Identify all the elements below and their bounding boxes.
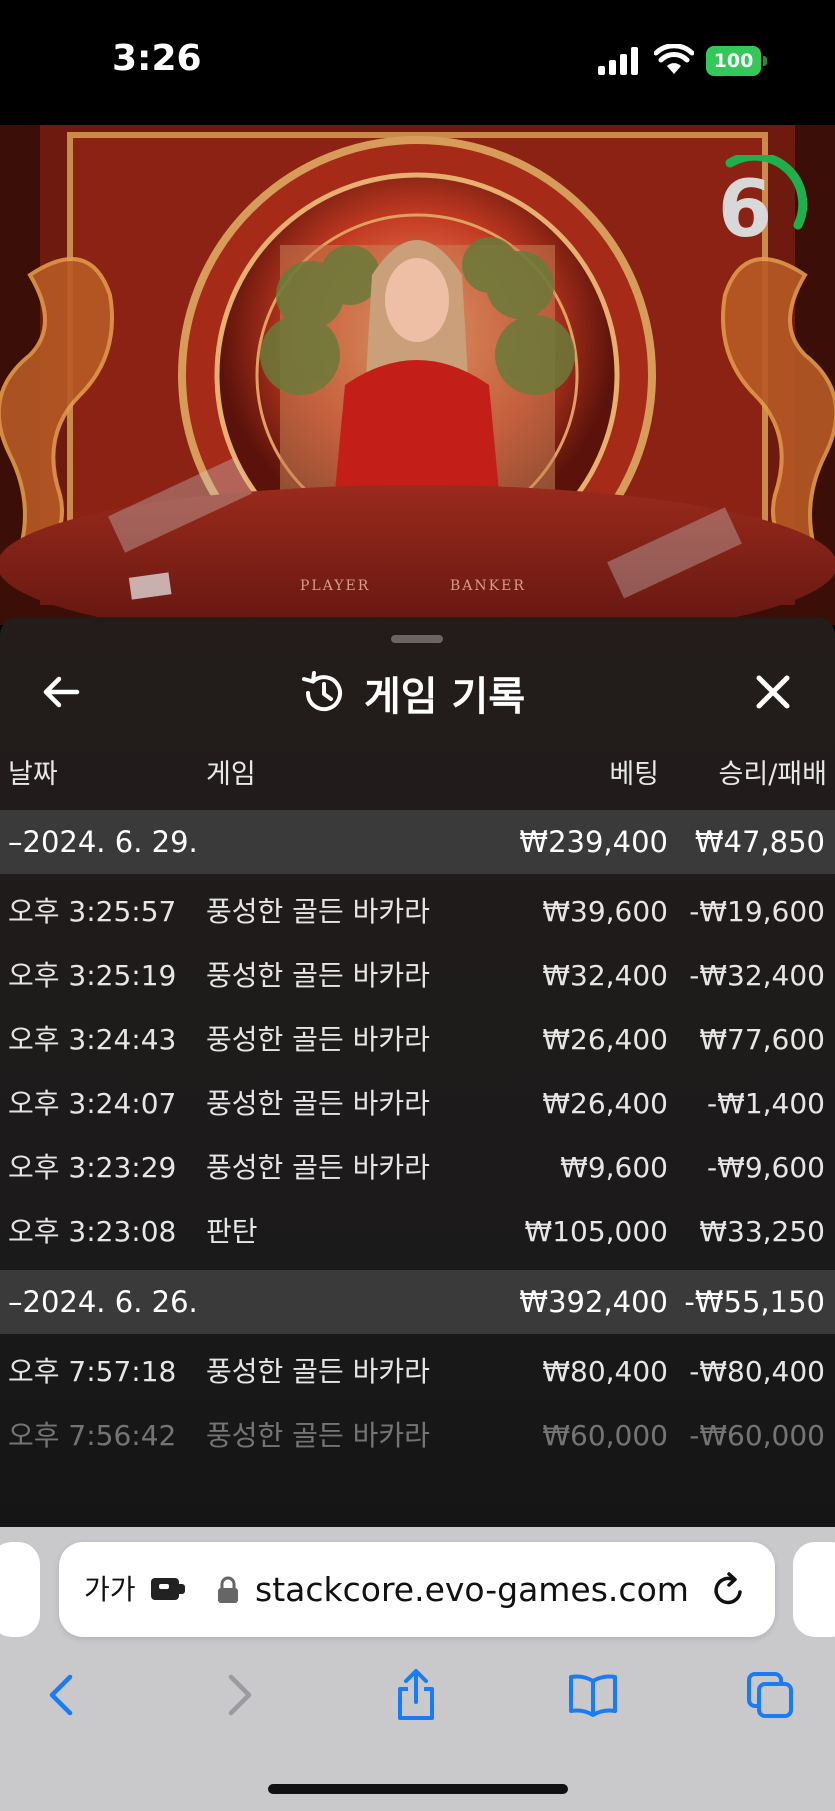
tabs-icon <box>747 1672 793 1718</box>
history-row[interactable]: 오후 7:57:18 풍성한 골든 바카라 ₩80,400 -₩80,400 <box>0 1340 835 1404</box>
row-time: 오후 3:25:57 <box>8 895 177 928</box>
history-row[interactable]: 오후 3:23:08 판탄 ₩105,000 ₩33,250 <box>0 1200 835 1264</box>
row-time: 오후 3:24:07 <box>8 1087 177 1120</box>
row-win-loss: -₩9,600 <box>707 1151 825 1184</box>
group-win-loss-total: ₩47,850 <box>694 825 825 859</box>
row-game: 풍성한 골든 바카라 <box>206 895 430 928</box>
status-bar: 3:26 100 <box>0 0 835 125</box>
extension-icon[interactable] <box>149 1574 189 1604</box>
row-bet: ₩32,400 <box>542 959 668 992</box>
date-group-header[interactable]: –2024. 6. 29. ₩239,400 ₩47,850 <box>0 810 835 874</box>
row-bet: ₩80,400 <box>542 1355 668 1388</box>
row-game: 판탄 <box>206 1215 258 1248</box>
back-icon <box>49 1674 73 1716</box>
row-win-loss: -₩60,000 <box>689 1419 825 1452</box>
history-list: –2024. 6. 29. ₩239,400 ₩47,850 오후 3:25:5… <box>0 810 835 1468</box>
address-bar[interactable]: 가가 stackcore.evo-games.com <box>59 1542 775 1637</box>
back-nav-button[interactable] <box>31 1665 91 1725</box>
game-history-sheet: 게임 기록 날짜 게임 베팅 승리/패배 –2024. 6. 29. ₩239,… <box>0 617 835 1527</box>
row-bet: ₩60,000 <box>542 1419 668 1452</box>
countdown-timer: 6 <box>700 155 810 265</box>
forward-icon <box>228 1674 252 1716</box>
next-tab-preview[interactable] <box>793 1542 835 1637</box>
history-row[interactable]: 오후 3:24:43 풍성한 골든 바카라 ₩26,400 ₩77,600 <box>0 1008 835 1072</box>
sheet-grabber[interactable] <box>391 635 443 643</box>
row-game: 풍성한 골든 바카라 <box>206 1087 430 1120</box>
live-video[interactable]: PLAYER BANKER 6 <box>0 125 835 625</box>
home-indicator[interactable] <box>268 1784 568 1794</box>
column-header-date: 날짜 <box>8 759 58 790</box>
date-group-header[interactable]: –2024. 6. 26. ₩392,400 -₩55,150 <box>0 1270 835 1334</box>
back-button[interactable] <box>36 667 86 717</box>
page-title: 게임 기록 <box>364 674 526 720</box>
status-time: 3:26 <box>112 38 202 79</box>
column-header-game: 게임 <box>206 759 256 790</box>
row-time: 오후 3:25:19 <box>8 959 177 992</box>
share-icon <box>398 1669 434 1720</box>
battery-icon: 100 <box>706 46 767 76</box>
player-label: PLAYER <box>300 578 370 594</box>
history-row[interactable]: 오후 3:24:07 풍성한 골든 바카라 ₩26,400 -₩1,400 <box>0 1072 835 1136</box>
text-size-button[interactable]: 가가 <box>84 1542 136 1637</box>
row-bet: ₩26,400 <box>542 1023 668 1056</box>
row-game: 풍성한 골든 바카라 <box>206 959 430 992</box>
forward-nav-button[interactable] <box>210 1665 270 1725</box>
row-time: 오후 7:56:42 <box>8 1419 177 1452</box>
browser-toolbar <box>0 1657 835 1747</box>
countdown-number: 6 <box>717 165 773 255</box>
wifi-icon <box>654 44 694 74</box>
group-date: –2024. 6. 29. <box>8 825 198 859</box>
column-header-bet: 베팅 <box>609 759 659 790</box>
row-win-loss: -₩80,400 <box>689 1355 825 1388</box>
history-row[interactable]: 오후 3:25:57 풍성한 골든 바카라 ₩39,600 -₩19,600 <box>0 880 835 944</box>
group-bet-total: ₩392,400 <box>519 1285 668 1319</box>
column-headers: 날짜 게임 베팅 승리/패배 <box>0 752 835 792</box>
row-win-loss: -₩32,400 <box>689 959 825 992</box>
signal-icon <box>598 47 638 75</box>
group-win-loss-total: -₩55,150 <box>684 1285 825 1319</box>
row-bet: ₩26,400 <box>542 1087 668 1120</box>
browser-chrome: 가가 stackcore.evo-games.com <box>0 1527 835 1811</box>
bookmarks-icon <box>569 1674 617 1717</box>
row-win-loss: -₩1,400 <box>707 1087 825 1120</box>
group-bet-total: ₩239,400 <box>519 825 668 859</box>
previous-tab-preview[interactable] <box>0 1542 40 1637</box>
banker-label: BANKER <box>450 578 526 594</box>
row-win-loss: ₩77,600 <box>699 1023 825 1056</box>
history-icon <box>302 671 342 712</box>
sheet-title: 게임 기록 <box>300 665 525 721</box>
share-button[interactable] <box>386 1665 446 1725</box>
column-header-win-loss: 승리/패배 <box>718 759 827 790</box>
row-time: 오후 3:23:08 <box>8 1215 177 1248</box>
reload-icon[interactable] <box>709 1570 749 1610</box>
row-game: 풍성한 골든 바카라 <box>206 1023 430 1056</box>
row-win-loss: -₩19,600 <box>689 895 825 928</box>
tabs-button[interactable] <box>740 1665 800 1725</box>
back-arrow-icon <box>43 676 80 708</box>
row-time: 오후 3:24:43 <box>8 1023 177 1056</box>
row-win-loss: ₩33,250 <box>699 1215 825 1248</box>
group-date: –2024. 6. 26. <box>8 1285 198 1319</box>
close-icon <box>756 675 790 709</box>
row-game: 풍성한 골든 바카라 <box>206 1151 430 1184</box>
lock-icon <box>218 1576 238 1603</box>
row-game: 풍성한 골든 바카라 <box>206 1355 430 1388</box>
row-bet: ₩9,600 <box>560 1151 668 1184</box>
close-button[interactable] <box>748 667 798 717</box>
url-text[interactable]: stackcore.evo-games.com <box>255 1542 689 1637</box>
history-row[interactable]: 오후 7:56:42 풍성한 골든 바카라 ₩60,000 -₩60,000 <box>0 1404 835 1468</box>
row-time: 오후 7:57:18 <box>8 1355 177 1388</box>
row-bet: ₩39,600 <box>542 895 668 928</box>
battery-level: 100 <box>706 46 761 76</box>
row-game: 풍성한 골든 바카라 <box>206 1419 430 1452</box>
row-time: 오후 3:23:29 <box>8 1151 177 1184</box>
bookmarks-button[interactable] <box>563 1665 623 1725</box>
row-bet: ₩105,000 <box>524 1215 668 1248</box>
history-row[interactable]: 오후 3:25:19 풍성한 골든 바카라 ₩32,400 -₩32,400 <box>0 944 835 1008</box>
history-row[interactable]: 오후 3:23:29 풍성한 골든 바카라 ₩9,600 -₩9,600 <box>0 1136 835 1200</box>
